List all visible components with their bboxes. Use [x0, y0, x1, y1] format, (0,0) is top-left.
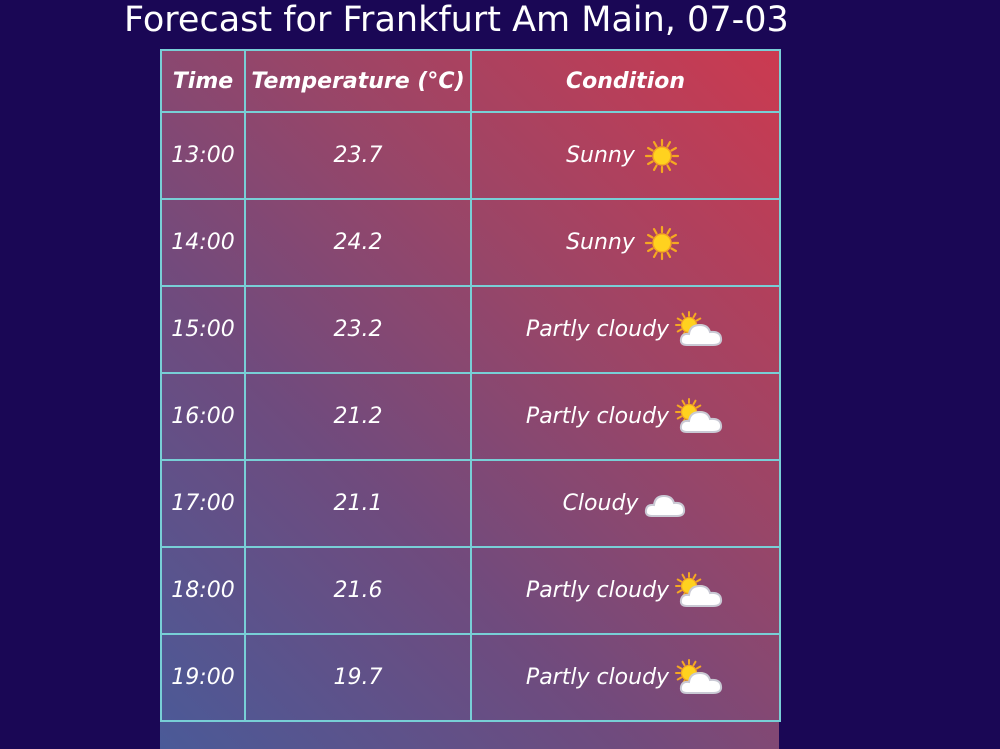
cloud-icon [642, 484, 688, 524]
cell-time: 14:00 [160, 198, 246, 287]
cell-temperature: 21.6 [244, 546, 472, 635]
partly-cloudy-icon [673, 571, 725, 611]
table-row: 18:00 21.6 Partly cloudy [160, 546, 781, 635]
cell-time: 17:00 [160, 459, 246, 548]
cell-condition: Partly cloudy [470, 372, 781, 461]
header-time: Time [160, 49, 246, 113]
table-row: 14:00 24.2 Sunny [160, 198, 781, 287]
table-row: 15:00 23.2 Partly cloudy [160, 285, 781, 374]
cell-time: 13:00 [160, 111, 246, 200]
condition-label: Partly cloudy [525, 578, 670, 603]
condition-label: Partly cloudy [525, 317, 670, 342]
table-row: 13:00 23.7 Sunny [160, 111, 781, 200]
condition-content: Sunny [566, 136, 685, 176]
partly-cloudy-icon [673, 658, 725, 698]
cell-temperature: 23.2 [244, 285, 472, 374]
sun-icon [639, 223, 685, 263]
cell-condition: Sunny [470, 111, 781, 200]
condition-content: Partly cloudy [526, 571, 725, 611]
condition-content: Partly cloudy [526, 658, 725, 698]
cell-time: 15:00 [160, 285, 246, 374]
condition-label: Sunny [566, 143, 635, 168]
condition-content: Partly cloudy [526, 397, 725, 437]
cell-condition: Sunny [470, 198, 781, 287]
sun-icon [639, 136, 685, 176]
cell-time: 16:00 [160, 372, 246, 461]
cell-time: 18:00 [160, 546, 246, 635]
table-row: 17:00 21.1 Cloudy [160, 459, 781, 548]
forecast-table-body: 13:00 23.7 Sunny 14:00 24.2 Sunny 15:00 23.2 Par… [160, 111, 781, 722]
header-temperature: Temperature (°C) [244, 49, 472, 113]
condition-label: Partly cloudy [525, 665, 670, 690]
partly-cloudy-icon [673, 310, 725, 350]
cell-condition: Cloudy [470, 459, 781, 548]
partly-cloudy-icon [673, 397, 725, 437]
cell-temperature: 23.7 [244, 111, 472, 200]
condition-content: Sunny [566, 223, 685, 263]
cell-temperature: 19.7 [244, 633, 472, 722]
cell-condition: Partly cloudy [470, 285, 781, 374]
forecast-table: Time Temperature (°C) Condition 13:00 23.… [160, 49, 781, 722]
table-row: 19:00 19.7 Partly cloudy [160, 633, 781, 722]
cell-condition: Partly cloudy [470, 633, 781, 722]
forecast-table-container: Time Temperature (°C) Condition 13:00 23.… [160, 49, 781, 749]
condition-label: Cloudy [562, 491, 639, 516]
cell-time: 19:00 [160, 633, 246, 722]
condition-label: Sunny [566, 230, 635, 255]
condition-content: Partly cloudy [526, 310, 725, 350]
condition-content: Cloudy [563, 484, 689, 524]
table-row: 16:00 21.2 Partly cloudy [160, 372, 781, 461]
table-header-row: Time Temperature (°C) Condition [160, 49, 781, 113]
cell-condition: Partly cloudy [470, 546, 781, 635]
header-condition: Condition [470, 49, 781, 113]
page-title: Forecast for Frankfurt Am Main, 07-03 [124, 0, 789, 40]
cell-temperature: 21.2 [244, 372, 472, 461]
cell-temperature: 24.2 [244, 198, 472, 287]
condition-label: Partly cloudy [525, 404, 670, 429]
cell-temperature: 21.1 [244, 459, 472, 548]
